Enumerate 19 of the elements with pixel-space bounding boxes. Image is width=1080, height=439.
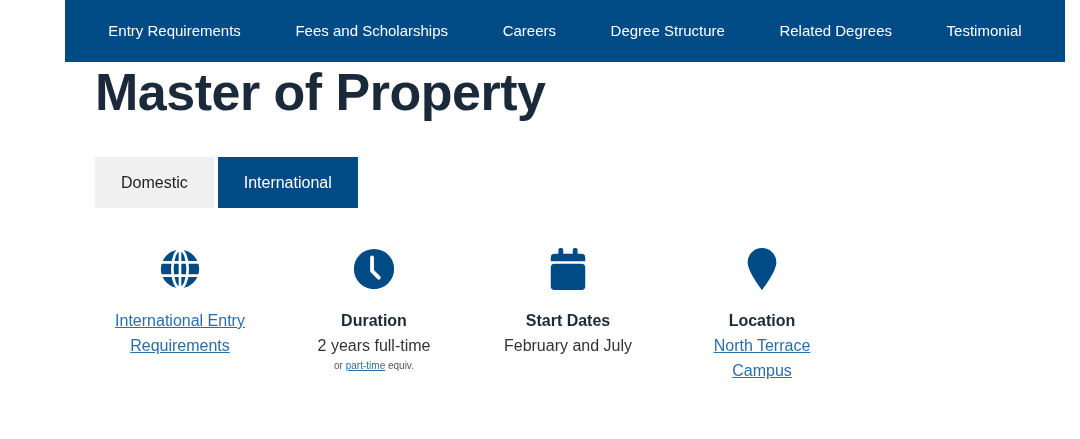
tab[interactable]: Domestic xyxy=(95,157,214,208)
nav-link[interactable]: Entry Requirements xyxy=(108,19,241,43)
tab[interactable]: International xyxy=(217,157,358,208)
nav-link[interactable]: Related Degrees xyxy=(779,19,892,43)
fact-heading: Start Dates xyxy=(524,311,612,331)
fact-heading: Location xyxy=(727,311,797,331)
nav-link[interactable]: Fees and Scholarships xyxy=(295,19,449,43)
fact-link[interactable]: International Entry Requirements xyxy=(112,308,248,358)
part-time-link[interactable]: part-time xyxy=(345,360,386,371)
nav-link[interactable]: Careers xyxy=(502,19,556,43)
fact-note: or part-time equiv. xyxy=(333,359,415,373)
fact-heading: Duration xyxy=(340,311,408,331)
fact-link[interactable]: North Terrace Campus xyxy=(694,333,830,383)
fact-value: 2 years full-time xyxy=(316,336,432,356)
page-title: Master of Property xyxy=(95,62,547,122)
clock-icon xyxy=(351,246,397,292)
fact-value: February and July xyxy=(502,336,634,356)
nav-link[interactable]: Degree Structure xyxy=(610,19,725,43)
nav-link[interactable]: Testimonial xyxy=(946,19,1022,43)
